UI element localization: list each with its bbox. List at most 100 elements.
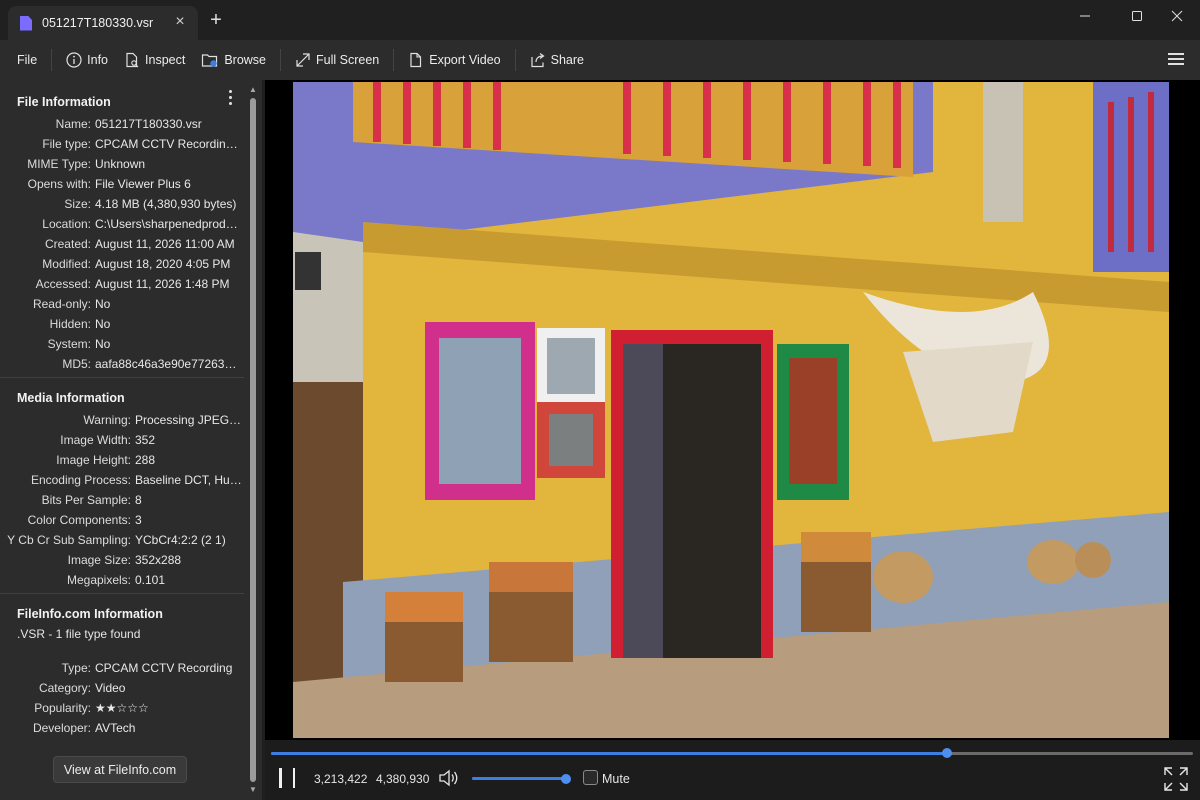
info-row-key: Encoding Process:: [30, 473, 131, 487]
share-button[interactable]: Share: [522, 46, 592, 74]
browse-button[interactable]: Browse: [193, 46, 274, 74]
inspect-button[interactable]: Inspect: [116, 46, 193, 74]
more-options-icon[interactable]: [229, 90, 235, 106]
fullscreen-toggle-button[interactable]: [1163, 766, 1189, 795]
close-window-button[interactable]: [1154, 0, 1200, 32]
info-row: Image Size: 352x288: [0, 550, 246, 570]
seek-bar[interactable]: [271, 748, 1193, 758]
export-video-button[interactable]: Export Video: [400, 46, 508, 74]
full-screen-icon: [296, 53, 310, 67]
seek-progress: [271, 752, 948, 755]
info-row: MD5: aafa88c46a3e90e77263866...: [0, 354, 246, 374]
info-button[interactable]: Info: [58, 46, 116, 74]
info-row: Y Cb Cr Sub Sampling: YCbCr4:2:2 (2 1): [0, 530, 246, 550]
info-row-value: Processing JPEG-li...: [135, 413, 246, 427]
volume-button[interactable]: [438, 768, 460, 791]
info-row-key: Created:: [44, 237, 91, 251]
info-row: Name: 051217T180330.vsr: [0, 114, 246, 134]
info-row: Image Height: 288: [0, 450, 246, 470]
scroll-thumb[interactable]: [250, 98, 256, 782]
info-row: File type: CPCAM CCTV Recording ...: [0, 134, 246, 154]
info-row-key: MIME Type:: [27, 157, 91, 171]
info-row: MIME Type: Unknown: [0, 154, 246, 174]
info-row: Developer: AVTech: [0, 718, 246, 738]
section-divider: [0, 377, 244, 378]
info-row-value: 8: [135, 493, 142, 507]
fileinfo-title: FileInfo.com Information: [17, 607, 163, 621]
toolbar-divider: [280, 49, 282, 71]
info-row-key: Modified:: [42, 257, 91, 271]
file-information-title: File Information: [17, 95, 111, 109]
browse-label: Browse: [224, 53, 267, 67]
info-row-value: YCbCr4:2:2 (2 1): [135, 533, 226, 547]
info-row-key: File type:: [42, 137, 91, 151]
mute-label: Mute: [602, 772, 630, 786]
info-row: Popularity: ★★☆☆☆: [0, 698, 246, 718]
info-row: Megapixels: 0.101: [0, 570, 246, 590]
info-row-key: Popularity:: [34, 701, 91, 715]
info-row-key: Accessed:: [35, 277, 91, 291]
video-viewport[interactable]: [265, 80, 1200, 740]
info-row-value: 0.101: [135, 573, 166, 587]
info-row-value: Unknown: [95, 157, 146, 171]
info-row-key: Bits Per Sample:: [41, 493, 131, 507]
new-tab-button[interactable]: +: [206, 10, 226, 30]
info-row-key: Developer:: [32, 721, 91, 735]
info-row-value: C:\Users\sharpenedprodu...: [95, 217, 243, 231]
inspect-label: Inspect: [145, 53, 186, 67]
file-menu-button[interactable]: File: [9, 46, 45, 74]
maximize-icon: [1132, 11, 1142, 21]
full-screen-button[interactable]: Full Screen: [287, 46, 387, 74]
mute-checkbox[interactable]: [583, 770, 598, 785]
info-row-value: No: [95, 317, 111, 331]
info-row-value: August 11, 2026 1:48 PM: [95, 277, 230, 291]
info-row-key: Opens with:: [27, 177, 91, 191]
info-row-value: 352: [135, 433, 156, 447]
pause-button[interactable]: [279, 768, 295, 788]
section-divider: [0, 593, 244, 594]
info-row: Category: Video: [0, 678, 246, 698]
inspect-icon: [126, 52, 139, 68]
scroll-up-icon[interactable]: ▲: [249, 86, 257, 94]
video-frame: [293, 82, 1169, 738]
info-row-key: Megapixels:: [66, 573, 131, 587]
info-row: Warning: Processing JPEG-li...: [0, 410, 246, 430]
info-row: Hidden: No: [0, 314, 246, 334]
info-panel: File Information Name: 051217T180330.vsr F…: [0, 80, 262, 800]
media-information-title: Media Information: [17, 391, 125, 405]
pause-icon: [279, 768, 282, 788]
scroll-down-icon[interactable]: ▼: [249, 786, 257, 794]
current-position: 3,213,422: [314, 772, 368, 786]
info-row-key: Color Components:: [27, 513, 131, 527]
info-row-value: ★★☆☆☆: [95, 701, 149, 715]
minimize-icon: [1080, 15, 1090, 17]
info-row-key: MD5:: [62, 357, 91, 371]
info-row: Read-only: No: [0, 294, 246, 314]
seek-thumb[interactable]: [942, 748, 953, 758]
file-menu-label: File: [17, 53, 38, 67]
share-label: Share: [550, 53, 584, 67]
info-row-value: No: [95, 297, 111, 311]
info-row-key: Image Width:: [60, 433, 131, 447]
tab-title: 051217T180330.vsr: [42, 16, 154, 30]
toolbar: File Info Inspect Browse Full Screen Exp…: [0, 40, 1200, 80]
expand-icon: [1164, 767, 1188, 791]
info-row: Image Width: 352: [0, 430, 246, 450]
volume-slider[interactable]: [472, 773, 571, 784]
info-row: Created: August 11, 2026 11:00 AM: [0, 234, 246, 254]
tab-close-icon[interactable]: ×: [172, 14, 188, 30]
info-icon: [66, 52, 82, 68]
info-row: Accessed: August 11, 2026 1:48 PM: [0, 274, 246, 294]
info-row: Type: CPCAM CCTV Recording: [0, 658, 246, 678]
menu-icon[interactable]: [1168, 53, 1184, 65]
info-row-value: 4.18 MB (4,380,930 bytes): [95, 197, 237, 211]
view-at-fileinfo-button[interactable]: View at FileInfo.com: [53, 756, 187, 783]
tab-active[interactable]: 051217T180330.vsr ×: [8, 6, 198, 40]
info-row-key: Category:: [38, 681, 91, 695]
toolbar-divider: [514, 49, 516, 71]
info-row: System: No: [0, 334, 246, 354]
panel-scrollbar[interactable]: ▲ ▼: [247, 80, 259, 800]
minimize-button[interactable]: [1062, 0, 1108, 32]
export-video-label: Export Video: [429, 53, 501, 67]
volume-thumb[interactable]: [561, 773, 571, 784]
